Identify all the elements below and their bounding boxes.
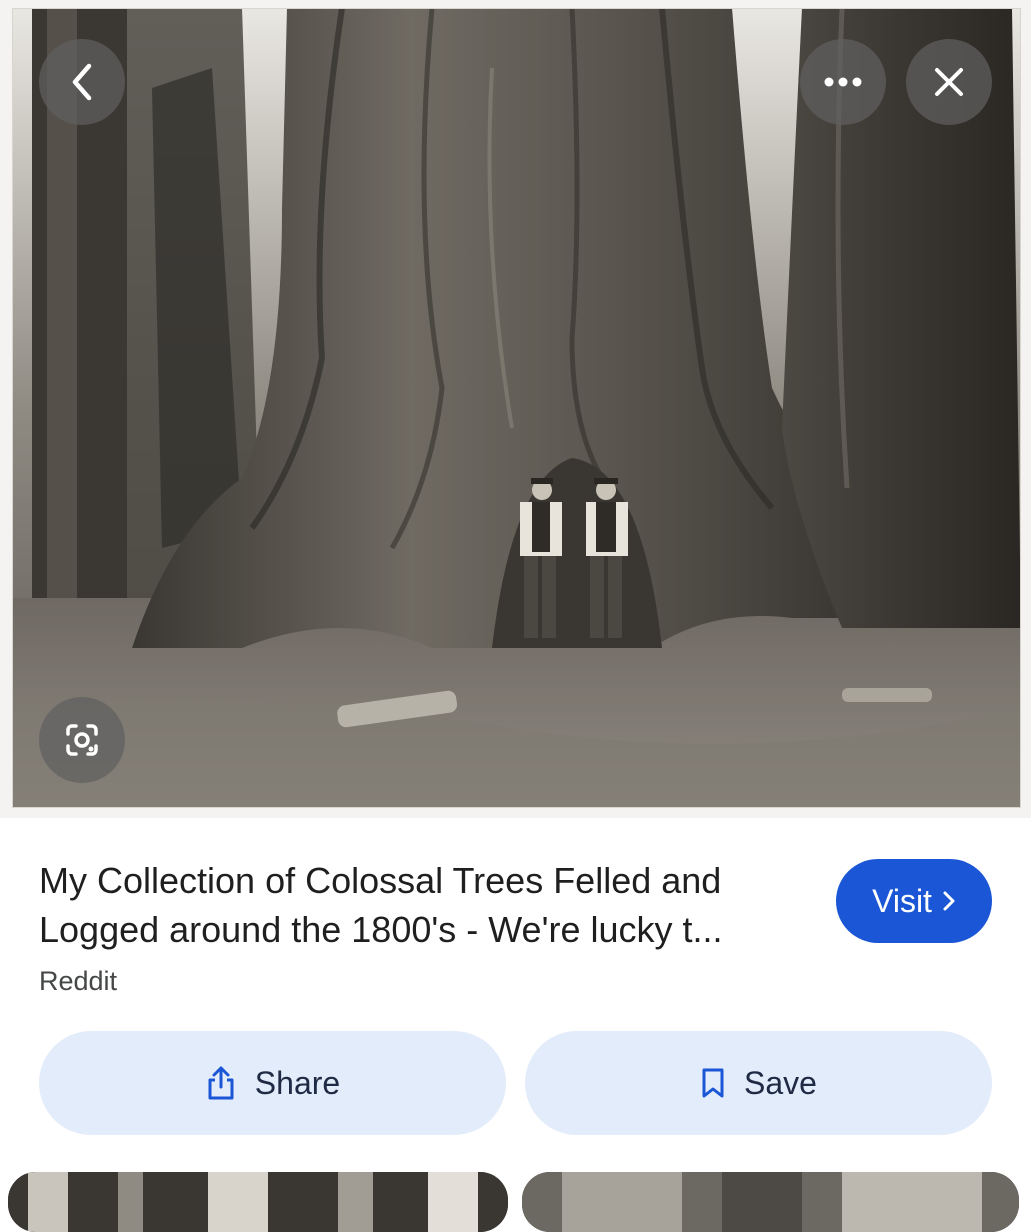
related-image-thumbnail[interactable] — [522, 1172, 1019, 1232]
lens-search-button[interactable] — [39, 697, 125, 783]
close-button[interactable] — [906, 39, 992, 125]
more-horizontal-icon — [823, 76, 863, 88]
chevron-left-icon — [67, 62, 97, 102]
chevron-right-icon — [942, 890, 956, 912]
main-photo[interactable] — [12, 8, 1021, 808]
image-viewer — [0, 0, 1031, 818]
save-label: Save — [744, 1064, 817, 1101]
visit-button[interactable]: Visit — [836, 859, 992, 943]
sequoia-photo — [12, 8, 1021, 808]
lens-search-icon — [62, 720, 102, 760]
related-image-thumbnail[interactable] — [8, 1172, 508, 1232]
share-icon — [205, 1065, 237, 1101]
share-button[interactable]: Share — [39, 1031, 506, 1135]
bookmark-icon — [700, 1067, 726, 1099]
save-button[interactable]: Save — [525, 1031, 992, 1135]
close-icon — [933, 66, 965, 98]
more-options-button[interactable] — [800, 39, 886, 125]
related-image-2 — [522, 1172, 1019, 1232]
visit-label: Visit — [872, 882, 932, 919]
result-source: Reddit — [39, 966, 118, 996]
related-image-1 — [8, 1172, 508, 1232]
share-label: Share — [254, 1064, 341, 1101]
back-button[interactable] — [39, 39, 125, 125]
result-title[interactable]: My Collection of Colossal Trees Felled a… — [39, 856, 814, 954]
